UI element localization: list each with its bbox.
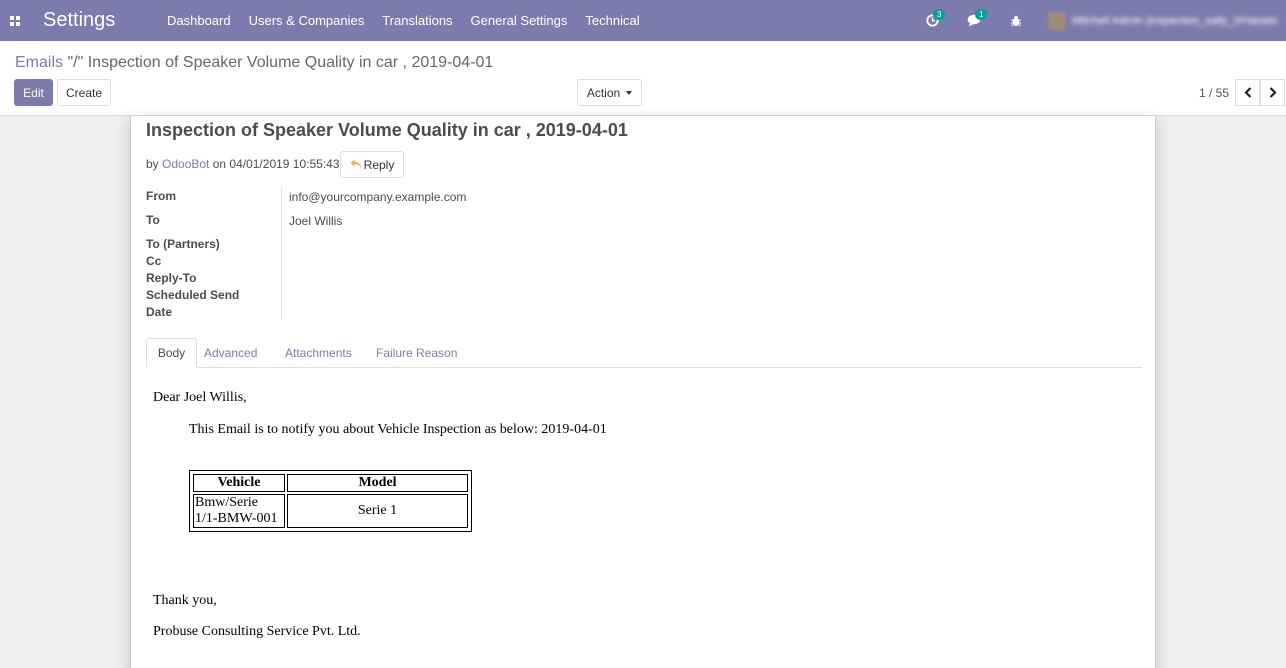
menu-general-settings[interactable]: General Settings (462, 0, 577, 41)
breadcrumb-current: Inspection of Speaker Volume Quality in … (87, 54, 494, 71)
reply-to-label: Reply-To (146, 271, 197, 285)
app-brand[interactable]: Settings (43, 9, 153, 32)
date-label: Date (146, 305, 173, 319)
tab-attachments[interactable]: Attachments (285, 338, 352, 368)
chevron-right-icon (1269, 87, 1277, 98)
action-dropdown-button[interactable]: Action (577, 79, 642, 106)
field-separator (281, 188, 282, 319)
create-button[interactable]: Create (57, 79, 111, 106)
chevron-left-icon (1243, 87, 1251, 98)
form-sheet: Inspection of Speaker Volume Quality in … (130, 116, 1156, 668)
tab-failure-reason[interactable]: Failure Reason (376, 338, 457, 368)
action-label: Action (586, 85, 621, 100)
table-header-row: Vehicle Model (193, 474, 468, 492)
systray: 3 1 Mitchell Admin (inspection_sally_0/H… (922, 0, 1286, 41)
meta-by-prefix: by (146, 157, 163, 171)
activity-count-badge: 3 (933, 8, 946, 20)
vehicle-table: Vehicle Model Bmw/Serie 1/1-BMW-001 Seri… (189, 470, 472, 532)
messages-comments-icon[interactable]: 1 (964, 8, 988, 31)
pager-value[interactable]: 1 / 55 (1199, 86, 1229, 100)
caret-down-icon (626, 90, 633, 95)
body-greeting: Dear Joel Willis, (153, 390, 247, 405)
breadcrumb: Emails "/" Inspection of Speaker Volume … (15, 54, 493, 72)
from-value: info@yourcompany.example.com (289, 190, 467, 204)
reply-icon (350, 158, 362, 172)
tab-body[interactable]: Body (146, 338, 197, 368)
body-thanks: Thank you, (153, 593, 217, 608)
to-label: To (146, 213, 160, 227)
user-name: Mitchell Admin (inspection_sally_0/Hanel… (1072, 14, 1278, 27)
main-menu: Dashboard Users & Companies Translations… (153, 0, 649, 41)
menu-technical[interactable]: Technical (576, 0, 648, 41)
menu-dashboard[interactable]: Dashboard (153, 0, 240, 41)
user-menu[interactable]: Mitchell Admin (inspection_sally_0/Hanel… (1048, 11, 1278, 30)
body-intro: This Email is to notify you about Vehicl… (189, 422, 607, 437)
top-navbar: Settings Dashboard Users & Companies Tra… (0, 0, 1286, 41)
notebook-tabs: Body Advanced Attachments Failure Reason (146, 338, 1142, 368)
table-header-model: Model (287, 474, 468, 492)
meta-date: on 04/01/2019 10:55:43 (209, 157, 340, 171)
apps-menu-icon[interactable] (0, 0, 30, 41)
email-subject: Inspection of Speaker Volume Quality in … (146, 120, 628, 140)
debug-bug-icon[interactable] (1006, 11, 1026, 31)
pager-next-button[interactable] (1260, 79, 1285, 106)
reply-label: Reply (363, 157, 395, 172)
activity-clock-icon[interactable]: 3 (922, 8, 946, 31)
author-link[interactable]: OdooBot (162, 157, 209, 171)
table-cell-vehicle: Bmw/Serie 1/1-BMW-001 (193, 494, 285, 528)
cc-label: Cc (146, 254, 162, 268)
email-meta: by OdooBot on 04/01/2019 10:55:43 (146, 157, 340, 171)
edit-button[interactable]: Edit (14, 79, 53, 106)
messages-count-badge: 1 (975, 8, 988, 20)
scheduled-send-label: Scheduled Send (146, 288, 240, 302)
from-label: From (146, 189, 176, 203)
menu-users-companies[interactable]: Users & Companies (240, 0, 374, 41)
breadcrumb-separator: "/" (63, 54, 88, 71)
table-cell-model: Serie 1 (287, 494, 468, 528)
body-company: Probuse Consulting Service Pvt. Ltd. (153, 624, 361, 639)
user-avatar (1048, 11, 1066, 30)
to-value: Joel Willis (289, 214, 343, 228)
reply-button[interactable]: Reply (340, 151, 404, 178)
table-header-vehicle: Vehicle (193, 474, 285, 492)
tab-advanced[interactable]: Advanced (204, 338, 257, 368)
table-row: Bmw/Serie 1/1-BMW-001 Serie 1 (193, 494, 468, 528)
menu-translations[interactable]: Translations (373, 0, 461, 41)
to-partners-label: To (Partners) (146, 237, 220, 251)
control-panel: Emails "/" Inspection of Speaker Volume … (0, 41, 1286, 116)
breadcrumb-emails-link[interactable]: Emails (15, 54, 63, 71)
pager-previous-button[interactable] (1235, 79, 1260, 106)
